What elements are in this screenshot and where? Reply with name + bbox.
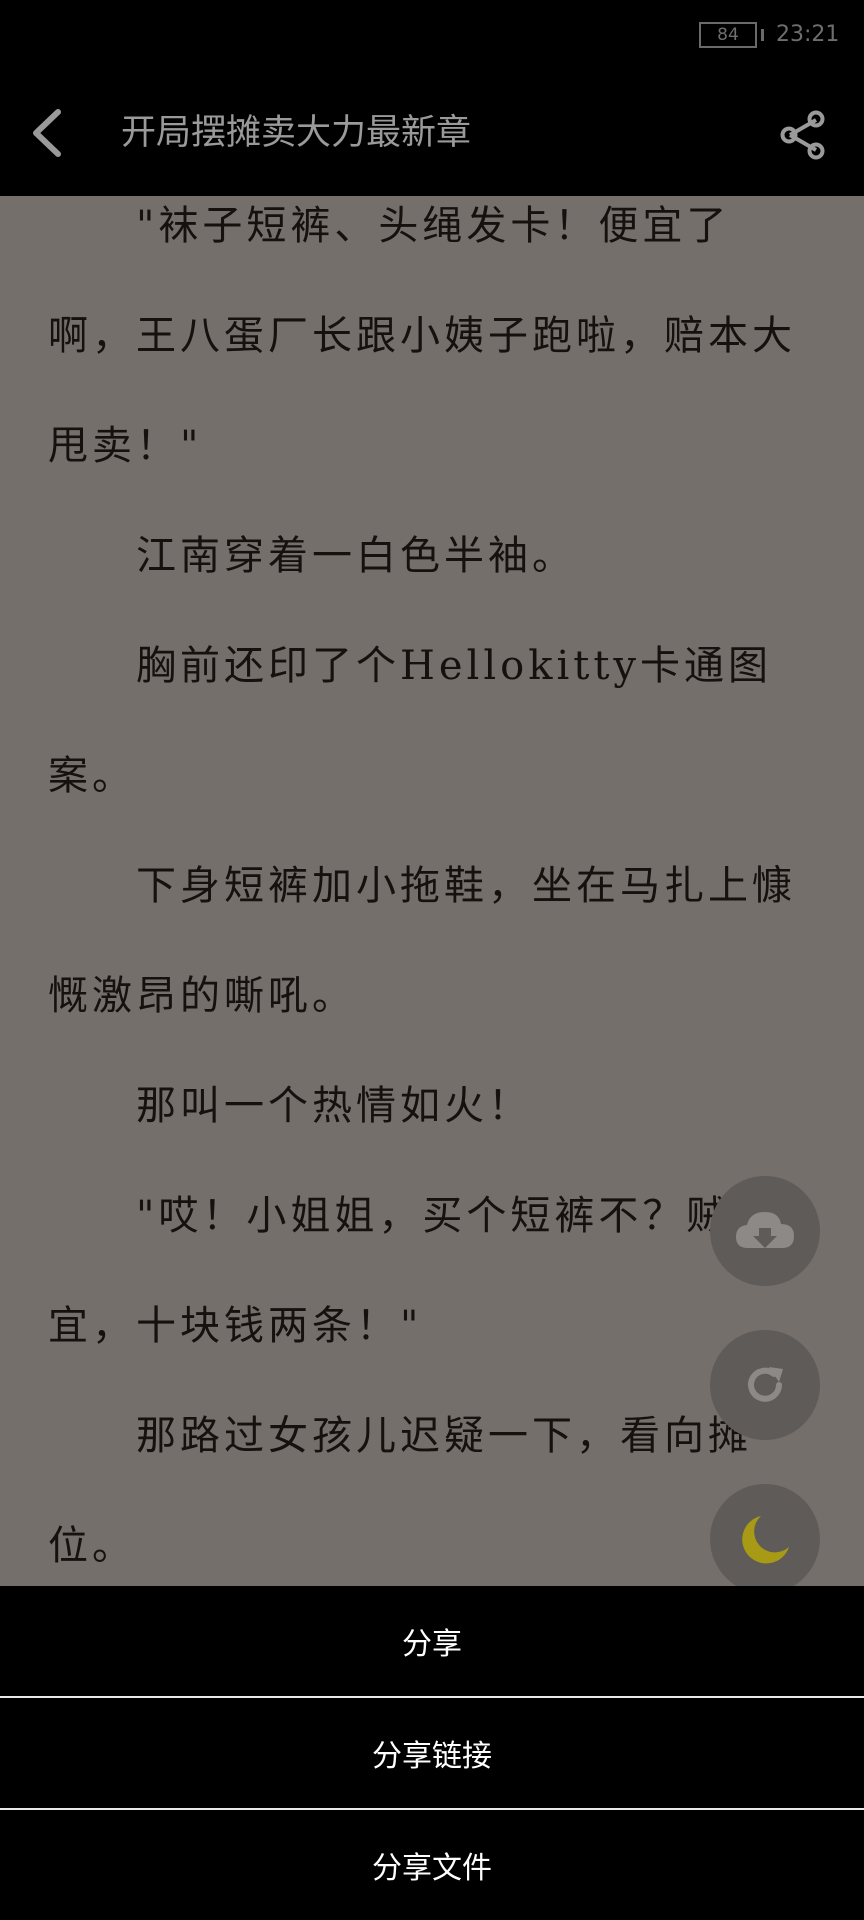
cloud-download-icon — [736, 1212, 794, 1248]
paragraph: 那叫一个热情如火！ — [136, 1083, 532, 1129]
share-button[interactable] — [774, 106, 832, 164]
battery-icon: 84 — [699, 22, 757, 48]
share-sheet: 分享 分享链接 分享文件 — [0, 1586, 864, 1920]
share-option[interactable]: 分享 — [0, 1586, 864, 1696]
paragraph: 胸前还印了个Hellokitty卡通图案。 — [48, 643, 772, 799]
paragraph: "袜子短裤、头绳发卡！便宜了啊，王八蛋厂长跟小姨子跑啦，赔本大甩卖！" — [48, 203, 796, 469]
night-mode-button[interactable] — [710, 1484, 820, 1586]
battery-level: 84 — [717, 25, 739, 45]
paragraph: 那路过女孩儿迟疑一下，看向摊位。 — [48, 1413, 752, 1569]
refresh-icon — [748, 1367, 783, 1402]
status-time: 23:21 — [776, 22, 840, 47]
book-title: 开局摆摊卖大力最新章 — [121, 113, 472, 153]
app-bar: 开局摆摊卖大力最新章 — [0, 72, 864, 196]
paragraph: 下身短裤加小拖鞋，坐在马扎上慷慨激昂的嘶吼。 — [48, 863, 796, 1019]
back-button[interactable] — [20, 99, 74, 167]
night-mode-moon-icon — [742, 1516, 789, 1564]
download-button[interactable] — [710, 1176, 820, 1286]
reading-content[interactable]: "袜子短裤、头绳发卡！便宜了啊，王八蛋厂长跟小姨子跑啦，赔本大甩卖！" 江南穿着… — [0, 196, 864, 1586]
share-file-option[interactable]: 分享文件 — [0, 1810, 864, 1920]
share-icon — [780, 110, 825, 160]
back-arrow-icon — [33, 109, 61, 157]
battery-tip — [761, 29, 764, 41]
status-bar: 84 23:21 — [0, 0, 864, 72]
paragraph: "哎！小姐姐，买个短裤不？贼便宜，十块钱两条！" — [48, 1193, 775, 1349]
paragraph: 江南穿着一白色半袖。 — [136, 533, 576, 579]
share-link-option[interactable]: 分享链接 — [0, 1698, 864, 1808]
refresh-button[interactable] — [710, 1330, 820, 1440]
